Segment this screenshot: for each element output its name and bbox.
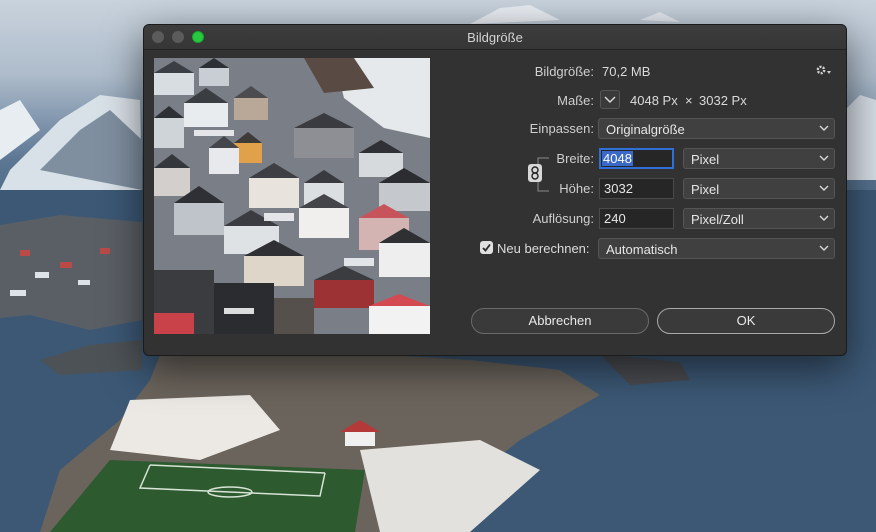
cancel-button[interactable]: Abbrechen: [471, 308, 649, 334]
gear-icon[interactable]: [815, 64, 833, 78]
height-unit-value: Pixel: [691, 182, 720, 197]
dimensions-height-value: 3032 Px: [699, 93, 747, 108]
resample-label[interactable]: Neu berechnen:: [497, 241, 590, 256]
dimensions-times-sign: ×: [685, 93, 693, 108]
resolution-unit-value: Pixel/Zoll: [691, 212, 744, 227]
fit-to-select[interactable]: Originalgröße: [598, 118, 835, 139]
height-input[interactable]: 3032: [599, 178, 674, 199]
width-unit-select[interactable]: Pixel: [683, 148, 835, 169]
chevron-down-icon: [819, 185, 829, 191]
window-title: Bildgröße: [467, 30, 523, 45]
chevron-down-icon: [819, 155, 829, 161]
chevron-down-icon: [819, 125, 829, 131]
dimensions-label: Maße:: [557, 93, 594, 108]
image-size-label: Bildgröße:: [534, 64, 594, 79]
width-label: Breite:: [556, 151, 594, 166]
checkmark-icon: [482, 243, 491, 252]
fit-to-label: Einpassen:: [529, 121, 594, 136]
chevron-down-icon: [819, 215, 829, 221]
width-value: 4048: [602, 151, 633, 166]
resolution-unit-select[interactable]: Pixel/Zoll: [683, 208, 835, 229]
resolution-input[interactable]: 240: [599, 208, 674, 229]
height-unit-select[interactable]: Pixel: [683, 178, 835, 199]
resample-checkbox[interactable]: [480, 241, 493, 254]
image-size-dialog: Bildgröße Bildgröße: 70,2 MB Maße: 4048 …: [143, 24, 847, 356]
resolution-value: 240: [604, 211, 626, 226]
chevron-down-icon: [819, 245, 829, 251]
resolution-label: Auflösung:: [532, 211, 594, 226]
image-preview[interactable]: [154, 58, 430, 334]
title-bar[interactable]: Bildgröße: [144, 25, 846, 50]
height-label: Höhe:: [559, 181, 594, 196]
ok-button[interactable]: OK: [657, 308, 835, 334]
image-size-value: 70,2 MB: [602, 64, 651, 79]
chevron-down-icon: [604, 96, 616, 104]
height-value: 3032: [604, 181, 633, 196]
resample-method-select[interactable]: Automatisch: [598, 238, 835, 259]
dimensions-units-dropdown[interactable]: [600, 90, 620, 109]
fit-to-value: Originalgröße: [606, 122, 685, 137]
width-unit-value: Pixel: [691, 152, 720, 167]
width-input[interactable]: 4048: [599, 148, 674, 169]
link-chain-icon[interactable]: [528, 164, 542, 182]
resample-method-value: Automatisch: [606, 242, 678, 257]
dimensions-width-value: 4048 Px: [630, 93, 678, 108]
